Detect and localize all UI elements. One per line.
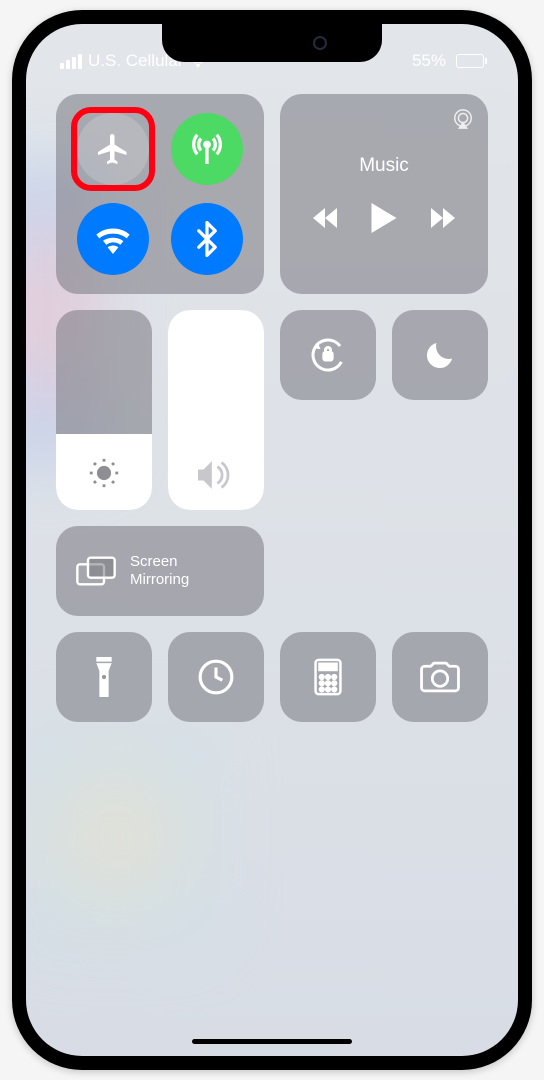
battery-icon <box>456 54 484 68</box>
screen-mirror-label-2: Mirroring <box>130 571 189 589</box>
cellular-data-toggle[interactable] <box>171 113 243 185</box>
brightness-icon <box>87 456 121 490</box>
previous-track-icon[interactable] <box>313 207 337 229</box>
airplay-icon <box>452 108 474 130</box>
next-track-icon[interactable] <box>431 207 455 229</box>
orientation-lock-icon <box>308 335 348 375</box>
wifi-icon <box>93 224 133 254</box>
wifi-toggle[interactable] <box>77 203 149 275</box>
bluetooth-toggle[interactable] <box>171 203 243 275</box>
calculator-button[interactable] <box>280 632 376 722</box>
volume-icon <box>198 460 234 490</box>
volume-slider[interactable] <box>168 310 264 510</box>
airplane-mode-toggle[interactable] <box>77 113 149 185</box>
brightness-slider[interactable] <box>56 310 152 510</box>
cellular-signal-icon <box>60 54 82 69</box>
screen-mirroring-button[interactable]: Screen Mirroring <box>56 526 264 616</box>
orientation-lock-toggle[interactable] <box>280 310 376 400</box>
notch <box>162 24 382 62</box>
camera-button[interactable] <box>392 632 488 722</box>
screen: U.S. Cellular 55% <box>26 24 518 1056</box>
timer-button[interactable] <box>168 632 264 722</box>
screen-mirror-label-1: Screen <box>130 553 189 571</box>
airplane-icon <box>95 131 131 167</box>
play-icon[interactable] <box>371 203 397 233</box>
flashlight-button[interactable] <box>56 632 152 722</box>
timer-icon <box>197 658 235 696</box>
home-indicator[interactable] <box>192 1039 352 1044</box>
screen-mirroring-icon <box>76 555 116 587</box>
media-control-tile[interactable]: Music <box>280 94 488 294</box>
battery-percent: 55% <box>412 51 446 71</box>
calculator-icon <box>314 658 342 696</box>
camera-icon <box>420 661 460 693</box>
flashlight-icon <box>93 657 115 697</box>
bluetooth-icon <box>196 221 218 257</box>
wallpaper-blur <box>26 736 206 936</box>
cellular-antenna-icon <box>189 131 225 167</box>
media-title: Music <box>359 155 409 177</box>
iphone-frame: U.S. Cellular 55% <box>12 10 532 1070</box>
connectivity-cluster[interactable] <box>56 94 264 294</box>
do-not-disturb-toggle[interactable] <box>392 310 488 400</box>
moon-icon <box>423 338 457 372</box>
